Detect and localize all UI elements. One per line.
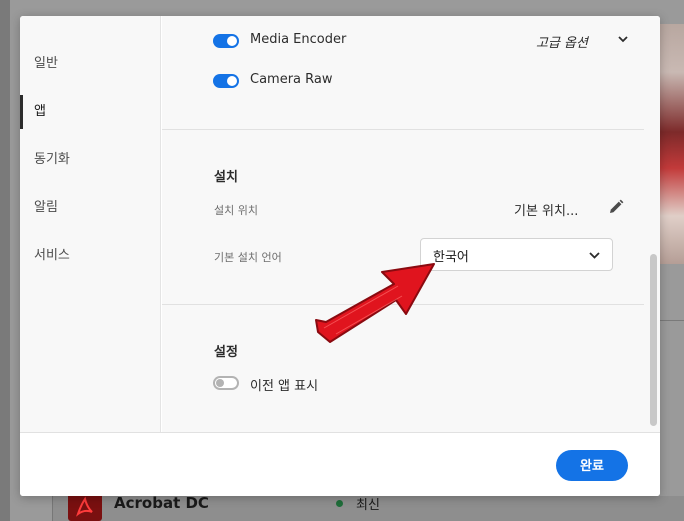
red-arrow-icon [315, 263, 435, 343]
pencil-icon[interactable] [607, 198, 625, 216]
install-language-dropdown[interactable]: 한국어 [420, 238, 613, 271]
background-divider [660, 320, 684, 321]
sidebar-item-apps[interactable]: 앱 [20, 95, 161, 129]
install-section-title: 설치 [214, 170, 238, 185]
sidebar-item-services[interactable]: 서비스 [20, 239, 161, 273]
preferences-content: Media Encoder 고급 옵션 Camera Raw 설치 설치 위치 … [162, 16, 660, 432]
show-previous-apps-label: 이전 앱 표시 [250, 379, 319, 394]
sidebar-item-general[interactable]: 일반 [20, 47, 161, 81]
acrobat-icon [68, 492, 102, 521]
advanced-options-button[interactable]: 고급 옵션 [536, 32, 588, 51]
install-language-value: 한국어 [433, 250, 469, 265]
status-dot-icon [336, 500, 343, 507]
sidebar-item-sync[interactable]: 동기화 [20, 143, 161, 177]
sidebar-item-notifications[interactable]: 알림 [20, 191, 161, 225]
install-location-value[interactable]: 기본 위치... [514, 200, 578, 219]
settings-section-title: 설정 [214, 345, 238, 360]
section-divider [162, 129, 644, 130]
done-button[interactable]: 완료 [556, 450, 628, 481]
camera-raw-toggle[interactable] [213, 74, 239, 88]
background-photo [660, 24, 684, 264]
chevron-down-icon [589, 252, 600, 259]
background-left-panel [0, 0, 10, 521]
chevron-down-icon[interactable] [618, 36, 628, 43]
media-encoder-label: Media Encoder [250, 32, 347, 47]
scrollbar-thumb[interactable] [650, 254, 657, 426]
show-previous-apps-toggle[interactable] [213, 376, 239, 390]
preferences-sidebar: 일반 앱 동기화 알림 서비스 [20, 16, 161, 432]
background-app-status: 최신 [356, 498, 380, 513]
preferences-dialog: 일반 앱 동기화 알림 서비스 Media Encoder 고급 옵션 Came… [20, 16, 660, 496]
install-language-label: 기본 설치 언어 [214, 251, 282, 264]
media-encoder-toggle[interactable] [213, 34, 239, 48]
camera-raw-label: Camera Raw [250, 72, 333, 87]
install-location-label: 설치 위치 [214, 204, 258, 217]
background-app-name: Acrobat DC [114, 494, 209, 512]
dialog-footer: 완료 [20, 432, 660, 496]
